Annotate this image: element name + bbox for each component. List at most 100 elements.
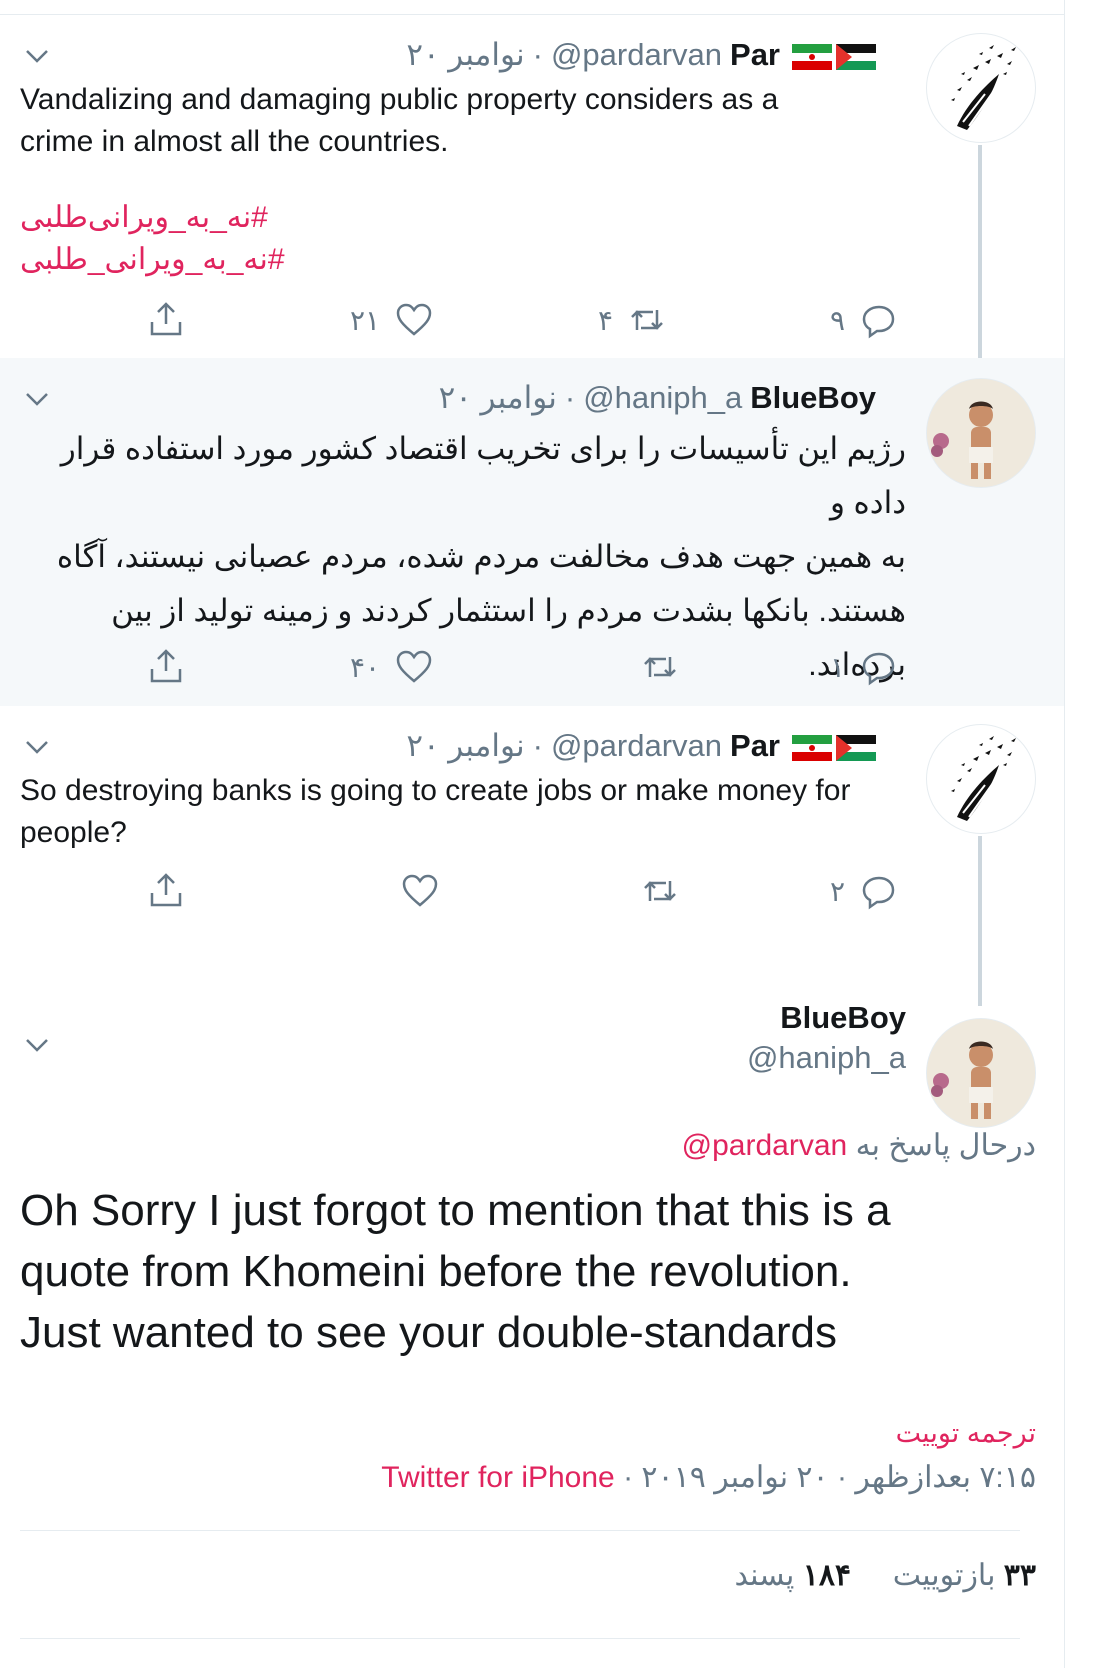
text-line: رژیم این تأسیسات را برای تخریب اقتصاد کش… [60, 431, 906, 520]
tweet-date[interactable]: ۲۰ نوامبر [406, 728, 524, 764]
palestine-flag-icon [836, 733, 876, 761]
share-button[interactable] [146, 295, 186, 345]
heart-icon [396, 650, 432, 683]
share-button[interactable] [146, 642, 186, 692]
main-author-name[interactable]: BlueBoy [780, 1000, 906, 1036]
tweet-time[interactable]: ۷:۱۵ بعدازظهر [855, 1461, 1036, 1494]
chevron-down-icon[interactable] [22, 384, 52, 414]
child-photo-avatar-icon [927, 1019, 1035, 1127]
retweet-count: ۴ [598, 304, 614, 336]
retweet-icon [644, 657, 676, 677]
text-line: Oh Sorry I just forgot to mention that t… [20, 1186, 891, 1235]
retweet-icon [631, 310, 663, 330]
tweet-stats: ۳۳ بازتوییت ۱۸۴ پسند [734, 1558, 1036, 1593]
retweet-icon [644, 881, 676, 901]
author-handle[interactable]: @haniph_a [583, 380, 742, 416]
bird-feather-avatar-icon [951, 45, 1016, 130]
tweet-full-date[interactable]: ۲۰ نوامبر ۲۰۱۹ [641, 1461, 828, 1494]
likes-label: پسند [734, 1559, 795, 1592]
author-handle[interactable]: @pardarvan [551, 37, 722, 73]
text-line: So destroying banks is going to create j… [20, 774, 851, 807]
tweet-text: Vandalizing and damaging public property… [20, 79, 900, 163]
reply-button[interactable]: ۱ [830, 642, 899, 692]
replying-to-link[interactable]: pardarvan@ [682, 1129, 848, 1162]
separator-dot: · [564, 380, 576, 415]
separator-dot: · [623, 1461, 634, 1494]
tweet-1[interactable]: Par @pardarvan · ۲۰ نوامبر Vandalizing a… [0, 15, 1064, 358]
divider [20, 1638, 1020, 1639]
divider [20, 1530, 1020, 1531]
replying-to: درحال پاسخ به pardarvan@ [682, 1128, 1036, 1163]
share-icon [150, 302, 182, 336]
like-button[interactable] [386, 866, 440, 916]
text-line: Vandalizing and damaging public property… [20, 83, 779, 116]
tweet-header: Par @pardarvan · ۲۰ نوامبر [406, 35, 876, 75]
hashtag-link[interactable]: #نه_به_ویرانی‌طلبی [20, 197, 320, 239]
reply-count: ۱ [830, 651, 846, 683]
iran-flag-icon [792, 733, 832, 761]
avatar[interactable] [926, 724, 1036, 834]
right-edge-divider [1064, 0, 1065, 1668]
tweet-actions: ۲ [0, 866, 1064, 916]
author-name[interactable]: Par [730, 728, 780, 764]
tweet-3[interactable]: Par @pardarvan · ۲۰ نوامبر So destroying… [0, 706, 1064, 1006]
avatar[interactable] [926, 378, 1036, 488]
iran-flag-icon [792, 42, 832, 70]
like-count: ۲۱ [350, 304, 381, 336]
tweet-source-link[interactable]: Twitter for iPhone [381, 1461, 614, 1494]
retweet-button[interactable] [626, 642, 680, 692]
share-icon [150, 873, 182, 907]
retweet-button[interactable]: ۴ [598, 295, 667, 345]
reply-icon [862, 876, 895, 910]
likes-stat[interactable]: ۱۸۴ پسند [734, 1559, 851, 1592]
retweet-button[interactable] [626, 866, 680, 916]
tweet-2[interactable]: BlueBoy @haniph_a · ۲۰ نوامبر رژیم این ت… [0, 358, 1064, 706]
main-author-handle[interactable]: @haniph_a [747, 1040, 906, 1076]
author-handle[interactable]: @pardarvan [551, 728, 722, 764]
reply-count: ۹ [830, 304, 846, 336]
chevron-down-icon[interactable] [22, 732, 52, 762]
tweet-actions: ۹ ۴ ۲۱ [0, 295, 1064, 345]
separator-dot: · [532, 37, 543, 72]
reply-button[interactable]: ۹ [830, 295, 899, 345]
translate-tweet-link[interactable]: ترجمه توییت [896, 1418, 1036, 1449]
replying-prefix: درحال پاسخ به [855, 1129, 1036, 1162]
like-button[interactable]: ۲۱ [350, 295, 434, 345]
reply-icon [862, 652, 895, 686]
share-icon [150, 649, 182, 683]
author-name[interactable]: BlueBoy [750, 380, 876, 416]
retweets-stat[interactable]: ۳۳ بازتوییت [893, 1559, 1036, 1592]
retweets-label: بازتوییت [892, 1559, 996, 1592]
text-line: crime in almost all the countries. [20, 125, 449, 158]
main-avatar[interactable] [926, 1018, 1036, 1128]
text-line: quote from Khomeini before the revolutio… [20, 1247, 852, 1296]
tweet-date[interactable]: ۲۰ نوامبر [439, 380, 557, 416]
share-button[interactable] [146, 866, 186, 916]
tweet-date[interactable]: ۲۰ نوامبر [406, 37, 524, 73]
tweet-text: So destroying banks is going to create j… [20, 770, 930, 854]
reply-count: ۲ [830, 875, 846, 907]
tweet-meta: ۷:۱۵ بعدازظهر · ۲۰ نوامبر ۲۰۱۹ · Twitter… [381, 1460, 1036, 1495]
chevron-down-icon[interactable] [22, 41, 52, 71]
chevron-down-icon[interactable] [22, 1030, 52, 1060]
heart-icon [402, 874, 438, 907]
reply-icon [862, 305, 895, 339]
palestine-flag-icon [836, 42, 876, 70]
hashtags: #نه_به_ویرانی‌طلبی #نه_به_ویرانی_طلبی [20, 197, 320, 281]
separator-dot: · [532, 728, 543, 763]
hashtag-link[interactable]: #نه_به_ویرانی_طلبی [20, 239, 320, 281]
tweet-actions: ۱ ۴۰ [0, 642, 1064, 692]
like-count: ۴۰ [350, 651, 381, 683]
main-tweet-text: Oh Sorry I just forgot to mention that t… [20, 1180, 1020, 1363]
bird-feather-avatar-icon [951, 736, 1016, 821]
tweet-header: Par @pardarvan · ۲۰ نوامبر [406, 726, 876, 766]
avatar[interactable] [926, 33, 1036, 143]
like-button[interactable]: ۴۰ [350, 642, 434, 692]
reply-button[interactable]: ۲ [830, 866, 899, 916]
author-name[interactable]: Par [730, 37, 780, 73]
child-photo-avatar-icon [927, 379, 1035, 487]
heart-icon [396, 303, 432, 336]
text-line: Just wanted to see your double-standards [20, 1308, 837, 1357]
separator-dot: · [836, 1461, 847, 1494]
thread-line [978, 836, 982, 1006]
